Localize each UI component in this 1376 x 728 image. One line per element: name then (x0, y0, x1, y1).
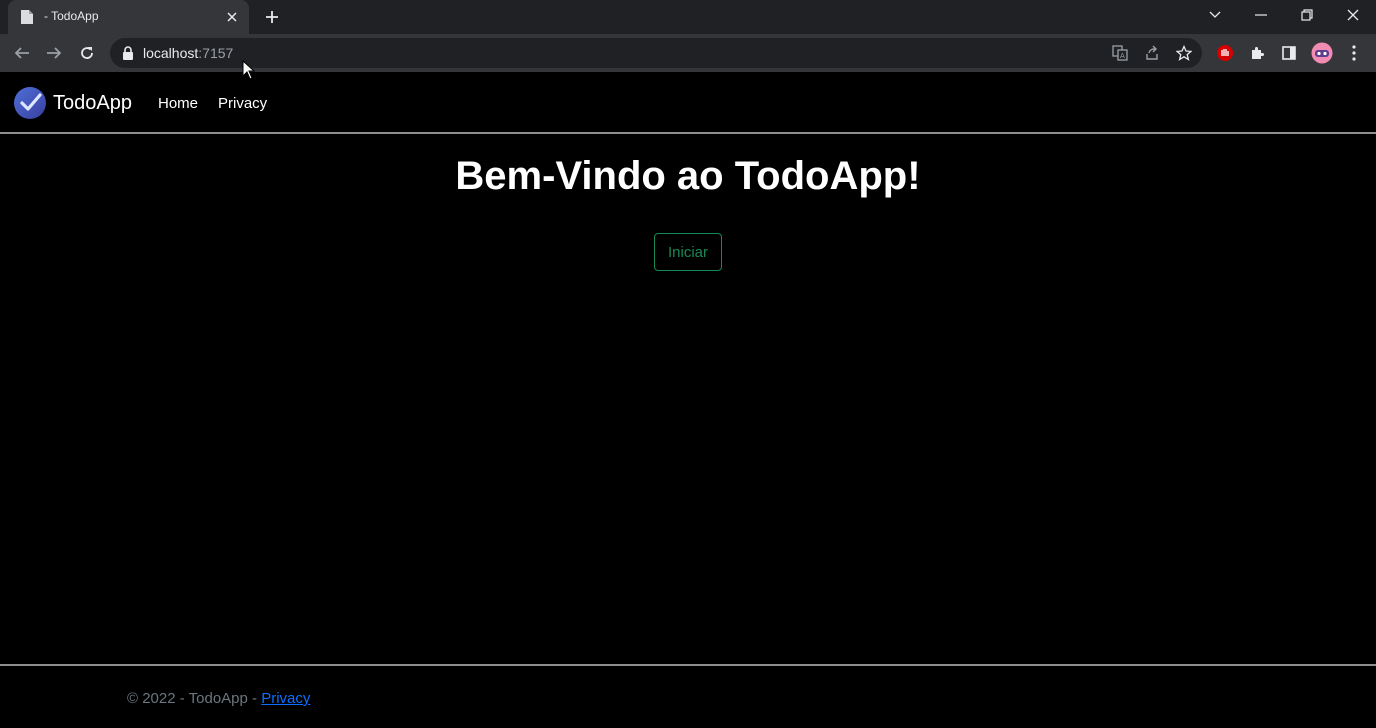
footer-text: © 2022 - TodoApp - Privacy (127, 690, 310, 707)
svg-text:A: A (1120, 52, 1125, 60)
profile-avatar-icon[interactable] (1309, 40, 1335, 66)
back-icon[interactable] (9, 40, 35, 66)
lock-icon (123, 46, 133, 60)
page-title: Bem-Vindo ao TodoApp! (455, 154, 921, 198)
tab-todoapp[interactable]: - TodoApp (8, 0, 249, 34)
extension-stop-icon[interactable] (1212, 40, 1238, 66)
url-host: localhost (143, 45, 199, 61)
web-page: TodoApp Home Privacy Bem-Vindo ao TodoAp… (0, 72, 1376, 728)
checkmark-logo-icon (14, 87, 46, 119)
url-text: localhost:7157 (143, 45, 233, 61)
footer-copyright: © 2022 - TodoApp - (127, 690, 262, 707)
navbar-brand[interactable]: TodoApp (13, 86, 132, 120)
tab-title: - TodoApp (44, 9, 99, 23)
tab-strip: - TodoApp (0, 0, 1376, 34)
menu-kebab-icon[interactable] (1341, 40, 1367, 66)
translate-icon[interactable]: A (1110, 43, 1130, 63)
nav-link-privacy[interactable]: Privacy (218, 95, 267, 112)
browser-toolbar: localhost:7157 A (0, 34, 1376, 72)
side-panel-icon[interactable] (1276, 40, 1302, 66)
address-bar[interactable]: localhost:7157 A (110, 38, 1202, 68)
mouse-cursor-icon (242, 60, 256, 80)
extensions-puzzle-icon[interactable] (1244, 40, 1270, 66)
close-icon[interactable] (223, 8, 241, 26)
reload-icon[interactable] (74, 40, 100, 66)
site-navbar: TodoApp Home Privacy (0, 72, 1376, 134)
chevron-down-icon[interactable] (1192, 0, 1238, 30)
bookmark-star-icon[interactable] (1174, 43, 1194, 63)
browser-window: - TodoApp localhost:7157 A TodoApp Home … (0, 0, 1376, 728)
url-port: :7157 (198, 45, 234, 61)
page-icon (21, 10, 33, 24)
new-tab-icon[interactable] (262, 7, 282, 27)
window-close-icon[interactable] (1330, 0, 1376, 30)
share-icon[interactable] (1142, 43, 1162, 63)
start-button[interactable]: Iniciar (654, 233, 722, 271)
nav-link-home[interactable]: Home (158, 95, 198, 112)
forward-icon[interactable] (41, 40, 67, 66)
minimize-icon[interactable] (1238, 0, 1284, 30)
site-footer: © 2022 - TodoApp - Privacy (0, 664, 1376, 728)
footer-privacy-link[interactable]: Privacy (261, 690, 310, 707)
restore-icon[interactable] (1284, 0, 1330, 30)
brand-name: TodoApp (53, 91, 132, 114)
